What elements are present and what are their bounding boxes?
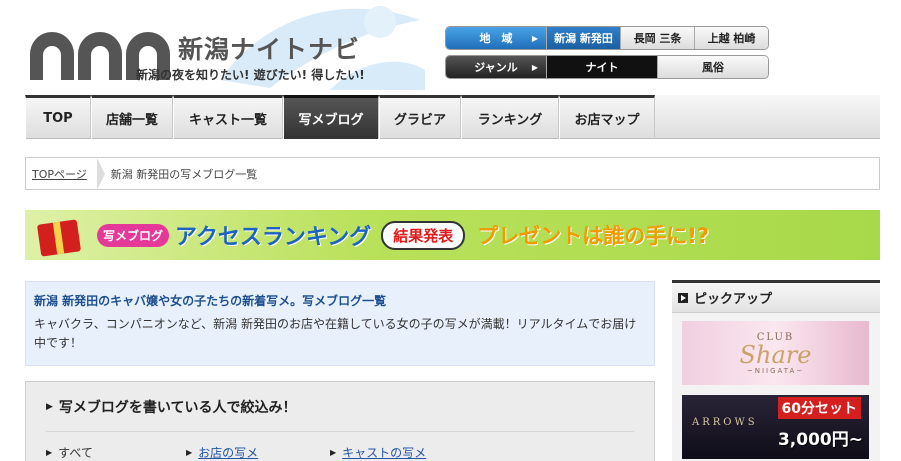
breadcrumb-home-link[interactable]: TOPページ <box>26 158 97 189</box>
arrows-brand: ARROWS <box>692 417 758 428</box>
banner-result-badge: 結果発表 <box>381 220 466 250</box>
pickup-list: CLUB Share ~NIIGATA~ ARROWS 60分セット 3,000… <box>672 313 880 461</box>
arrows-set-label: 60分セット <box>777 397 861 419</box>
access-ranking-banner[interactable]: 写メブログ アクセスランキング 結果発表 プレゼントは誰の手に!? <box>25 210 880 260</box>
nav-item-shop-map[interactable]: お店マップ <box>559 95 655 139</box>
nav-item-cast-list[interactable]: キャスト一覧 <box>173 95 283 139</box>
filter-option-all: ▶ すべて <box>46 446 93 460</box>
filter-box: ▶ 写メブログを書いている人で絞込み！ ▶ すべて ▶ お店の写メ ▶ キャスト… <box>25 381 655 461</box>
pickup-banner-club-share[interactable]: CLUB Share ~NIIGATA~ <box>682 321 869 385</box>
club-share-location: ~NIIGATA~ <box>746 366 805 375</box>
region-selector: 地 域 ▶ 新潟 新発田 長岡 三条 上越 柏崎 <box>445 26 769 50</box>
club-share-name: Share <box>739 340 812 369</box>
pickup-banner-arrows[interactable]: ARROWS 60分セット 3,000円~ <box>682 395 869 459</box>
genre-selector-label: ジャンル ▶ <box>446 56 546 78</box>
breadcrumb-separator <box>96 157 105 190</box>
genre-option-fuzoku[interactable]: 風俗 <box>657 56 768 78</box>
page-title: 新潟 新発田のキャバ嬢や女の子たちの新着写メ。写メブログ一覧 <box>34 294 387 308</box>
nav-item-shop-list[interactable]: 店舗一覧 <box>91 95 173 139</box>
global-nav: TOP 店舗一覧 キャスト一覧 写メブログ グラビア ランキング お店マップ <box>25 95 880 139</box>
triangle-right-icon: ▶ <box>46 401 53 412</box>
filter-heading: ▶ 写メブログを書いている人で絞込み！ <box>46 382 634 432</box>
intro-box: 新潟 新発田のキャバ嬢や女の子たちの新着写メ。写メブログ一覧 キャバクラ、コンパ… <box>25 281 655 366</box>
region-option-joetsu-kashiwazaki[interactable]: 上越 柏崎 <box>694 27 768 49</box>
banner-headline: アクセスランキング <box>175 225 372 250</box>
gift-box-icon <box>25 210 97 260</box>
banner-badge: 写メブログ <box>97 223 170 247</box>
genre-option-night[interactable]: ナイト <box>546 56 657 78</box>
filter-option-cast: ▶ キャストの写メ <box>330 444 426 461</box>
triangle-right-icon: ▶ <box>46 448 53 457</box>
site-header: 新潟ナイトナビ 新潟の夜を知りたい! 遊びたい! 得したい! 地 域 ▶ 新潟 … <box>0 0 901 92</box>
nav-item-gravure[interactable]: グラビア <box>379 95 461 139</box>
triangle-right-icon: ▶ <box>330 448 337 457</box>
breadcrumb-current: 新潟 新発田の写メブログ一覧 <box>110 167 258 181</box>
pickup-heading: ピックアップ <box>672 280 880 313</box>
banner-subheadline: プレゼントは誰の手に!? <box>477 224 710 248</box>
genre-selector: ジャンル ▶ ナイト 風俗 <box>445 55 769 79</box>
logo-title[interactable]: 新潟ナイトナビ <box>178 30 360 66</box>
region-option-niigata-shibata[interactable]: 新潟 新発田 <box>546 27 620 49</box>
breadcrumb: TOPページ 新潟 新発田の写メブログ一覧 <box>25 157 880 190</box>
intro-description: キャバクラ、コンパニオンなど、新潟 新発田のお店や在籍している女の子の写メが満載… <box>34 317 637 350</box>
logo-tagline: 新潟の夜を知りたい! 遊びたい! 得したい! <box>136 68 365 82</box>
triangle-right-icon: ▶ <box>186 448 193 457</box>
filter-link-cast-photos[interactable]: キャストの写メ <box>342 444 426 461</box>
nav-item-top[interactable]: TOP <box>25 95 91 139</box>
filter-link-shop-photos[interactable]: お店の写メ <box>198 444 258 461</box>
sidebar: ピックアップ CLUB Share ~NIIGATA~ ARROWS 60分セッ… <box>672 280 880 461</box>
filter-options: ▶ すべて ▶ お店の写メ ▶ キャストの写メ <box>46 432 634 461</box>
filter-option-shop: ▶ お店の写メ <box>186 444 330 461</box>
play-square-icon <box>678 292 688 303</box>
nav-item-ranking[interactable]: ランキング <box>461 95 559 139</box>
caret-right-icon: ▶ <box>531 63 538 72</box>
arrows-price: 3,000円~ <box>777 430 863 450</box>
caret-right-icon: ▶ <box>531 34 538 43</box>
nav-item-photo-blog[interactable]: 写メブログ <box>283 95 379 139</box>
region-selector-label: 地 域 ▶ <box>446 27 546 49</box>
region-option-nagaoka-sanjo[interactable]: 長岡 三条 <box>620 27 694 49</box>
